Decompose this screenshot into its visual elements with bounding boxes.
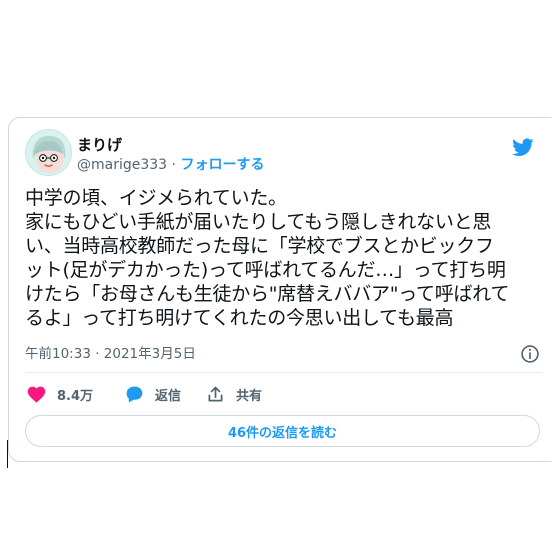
avatar-icon <box>26 130 71 175</box>
reply-label: 返信 <box>155 388 182 404</box>
tweet-text-line: ット(足がデカかった)って呼ばれてるんだ…」って打ち明 <box>25 259 506 281</box>
heart-icon <box>27 386 46 403</box>
author-handle[interactable]: @marige333 <box>77 157 167 173</box>
tweet-card: まりげ @marige333 · フォローする 中学の頃、イジメられていた。 家… <box>8 117 551 462</box>
info-icon[interactable] <box>520 344 540 364</box>
tweet-text-line: けたら「お母さんも生徒から"席替えババア"って呼ばれて <box>25 283 510 305</box>
tweet-text: 中学の頃、イジメられていた。 家にもひどい手紙が届いたりしてもう隠しきれないと思… <box>25 186 543 330</box>
screenshot-stage: まりげ @marige333 · フォローする 中学の頃、イジメられていた。 家… <box>0 0 552 544</box>
author-handle-row: @marige333 · フォローする <box>77 156 264 174</box>
twitter-bird-icon[interactable] <box>510 136 536 158</box>
handle-separator: · <box>171 157 176 173</box>
share-button[interactable]: 共有 <box>205 382 262 406</box>
like-count: 8.4万 <box>57 388 94 404</box>
action-divider <box>25 372 543 373</box>
share-label: 共有 <box>236 388 263 404</box>
follow-link[interactable]: フォローする <box>180 157 264 173</box>
tweet-text-line: い、当時高校教師だった母に「学校でブスとかビックフ <box>25 235 494 257</box>
author-name[interactable]: まりげ <box>77 136 122 154</box>
tweet-text-line: 中学の頃、イジメられていた。 <box>25 187 287 209</box>
reply-action-button[interactable]: 返信 <box>124 382 181 406</box>
share-icon <box>208 386 223 401</box>
read-replies-button[interactable]: 46件の返信を読む <box>25 415 540 447</box>
tweet-text-line: るよ」って打ち明けてくれたの今思い出しても最高 <box>25 307 454 329</box>
like-button[interactable]: 8.4万 <box>26 382 93 406</box>
tweet-actions: 8.4万 返信 共有 <box>25 382 543 406</box>
reply-bubble-icon <box>126 386 143 402</box>
avatar[interactable] <box>25 129 72 176</box>
tweet-text-line: 家にもひどい手紙が届いたりしてもう隠しきれないと思 <box>25 211 492 233</box>
tweet-timestamp[interactable]: 午前10:33 · 2021年3月5日 <box>25 345 196 363</box>
